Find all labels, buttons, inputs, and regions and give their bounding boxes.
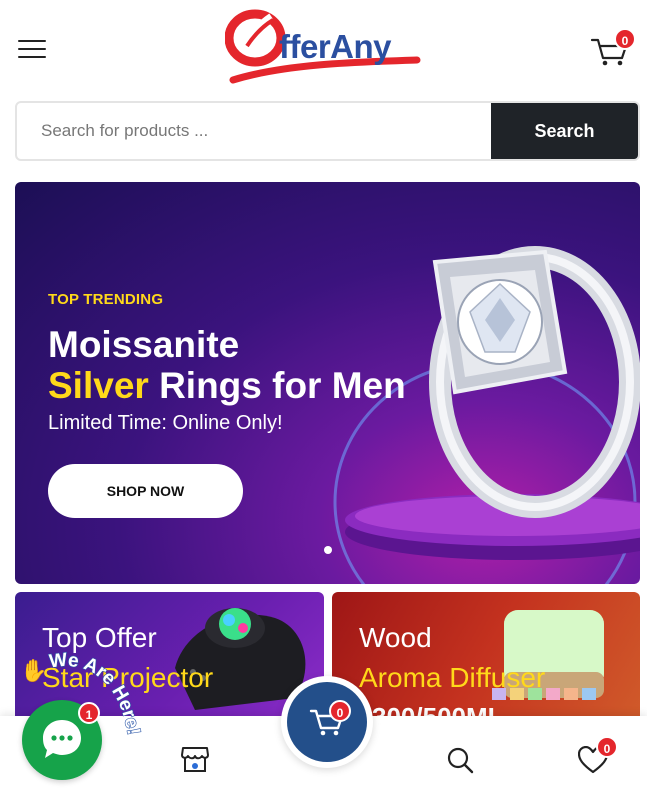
bottom-cart-button[interactable]: 0 — [281, 676, 373, 768]
logo-text: fferAny — [279, 28, 392, 65]
wishlist-badge: 0 — [596, 736, 618, 758]
wishlist-heart-icon[interactable]: 0 — [577, 736, 618, 776]
carousel-dot[interactable] — [324, 546, 332, 554]
menu-icon[interactable] — [18, 40, 46, 60]
chat-bubble-icon — [43, 720, 81, 758]
offerany-logo[interactable]: fferAny — [224, 6, 425, 86]
promo-card-aroma-diffuser[interactable]: Wood Aroma Diffuser 300/500ML — [332, 592, 640, 716]
hero-title-line2: Silver Rings for Men — [48, 365, 406, 407]
store-icon[interactable] — [180, 744, 210, 774]
aroma-diffuser-image — [492, 610, 604, 700]
search-icon[interactable] — [446, 746, 474, 774]
bottom-cart-badge: 0 — [329, 700, 351, 722]
hero-subtitle: Limited Time: Online Only! — [48, 412, 283, 434]
search-input[interactable] — [17, 103, 495, 159]
promo-card-subtitle: Aroma Diffuser — [359, 662, 546, 693]
bottom-cart-circle — [287, 682, 367, 762]
promo-card-subtitle: Star Projector — [42, 662, 214, 693]
chat-widget-button[interactable]: 1 — [22, 700, 102, 780]
header-cart-icon[interactable]: 0 — [590, 28, 636, 68]
promo-card-title: Top Offer — [42, 622, 157, 653]
hero-banner[interactable]: TOP TRENDING Moissanite Silver Rings for… — [15, 182, 640, 584]
search-bar: Search — [15, 101, 640, 161]
hero-title-highlight: Silver — [48, 365, 149, 406]
hero-eyebrow: TOP TRENDING — [48, 291, 164, 308]
promo-card-title: Wood — [359, 622, 432, 653]
site-header: fferAny 0 — [0, 0, 647, 96]
promo-card-star-projector[interactable]: Top Offer Star Projector — [15, 592, 324, 716]
search-button[interactable]: Search — [491, 103, 638, 159]
hero-title-line1: Moissanite — [48, 324, 240, 365]
hero-title-rest: Rings for Men — [148, 365, 406, 406]
shop-now-button[interactable]: SHOP NOW — [48, 464, 243, 518]
header-cart-badge: 0 — [614, 28, 636, 50]
promo-card-extra: 300/500ML — [372, 702, 504, 716]
chat-badge: 1 — [78, 702, 100, 724]
